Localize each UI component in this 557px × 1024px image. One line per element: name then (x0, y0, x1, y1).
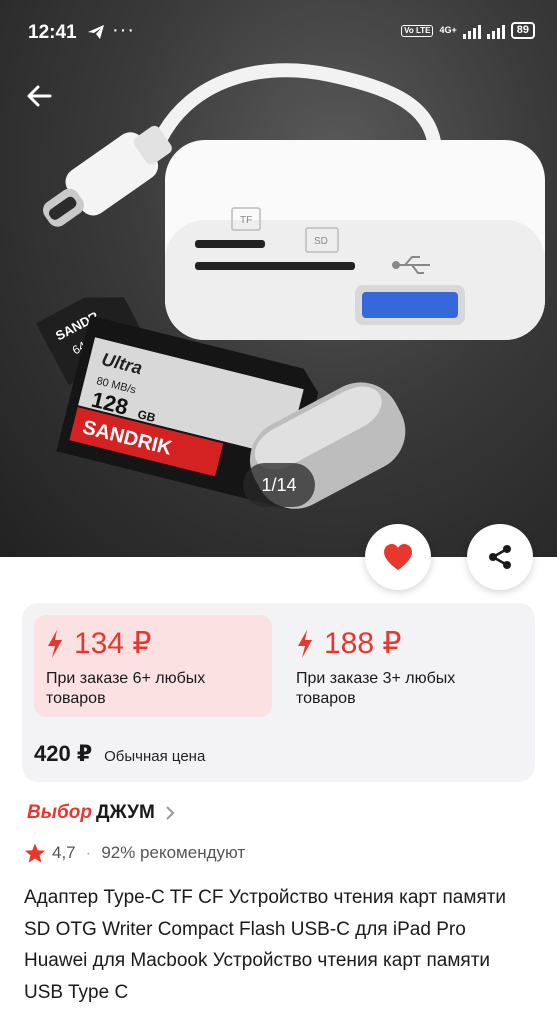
image-counter: 1/14 (243, 463, 315, 507)
price-tier-3plus[interactable]: 188 ₽ При заказе 3+ любых товаров (284, 615, 522, 717)
signal-icon (462, 23, 481, 39)
product-title: Адаптер Type-C TF CF Устройство чтения к… (24, 887, 507, 1003)
heart-icon (384, 544, 412, 570)
price-card: 134 ₽ При заказе 6+ любых товаров 188 ₽ … (22, 603, 535, 782)
signal-2-icon (486, 23, 505, 39)
lightning-icon (298, 630, 312, 658)
rating-value: 4,7 (52, 843, 76, 862)
tier-note: При заказе 3+ любых товаров (296, 670, 456, 707)
volte-icon: Vo LTE (401, 24, 434, 37)
status-time: 12:41 (28, 22, 77, 43)
share-icon (489, 545, 511, 569)
brand-link[interactable]: Выбор ДЖУМ (27, 802, 175, 824)
star-icon (24, 843, 46, 863)
share-button[interactable] (467, 524, 533, 590)
product-image-gallery[interactable]: TF SD SANDR 64 GB Ultra 80 MB/s 128 GB (0, 0, 557, 557)
battery-icon: 89 (510, 22, 535, 39)
svg-text:SD: SD (314, 236, 328, 247)
regular-price-value: 420 ₽ (34, 741, 93, 766)
tier-price: 188 ₽ (324, 627, 402, 660)
recommend-percent: 92% рекомендуют (101, 843, 246, 862)
more-notifications-icon: ··· (112, 19, 135, 41)
back-arrow-icon[interactable] (20, 76, 60, 116)
brand-name: ДЖУМ (95, 802, 155, 823)
separator-dot: · (85, 843, 92, 862)
regular-price: 420 ₽ Обычная цена (34, 741, 205, 767)
status-bar: 12:41 ··· Vo LTE 4G+ 89 (0, 0, 557, 64)
brand-choice-badge: Выбор (27, 802, 92, 823)
tier-price: 134 ₽ (74, 627, 152, 660)
chevron-right-icon (166, 806, 175, 820)
telegram-icon (88, 25, 104, 39)
price-tier-6plus[interactable]: 134 ₽ При заказе 6+ любых товаров (34, 615, 272, 717)
svg-text:TF: TF (240, 215, 252, 226)
rating-row[interactable]: 4,7 · 92% рекомендуют (24, 842, 245, 864)
lightning-icon (48, 630, 62, 658)
tier-note: При заказе 6+ любых товаров (46, 670, 206, 707)
regular-price-label: Обычная цена (104, 748, 206, 765)
network-type: 4G+ (439, 25, 457, 35)
favorite-button[interactable] (365, 524, 431, 590)
